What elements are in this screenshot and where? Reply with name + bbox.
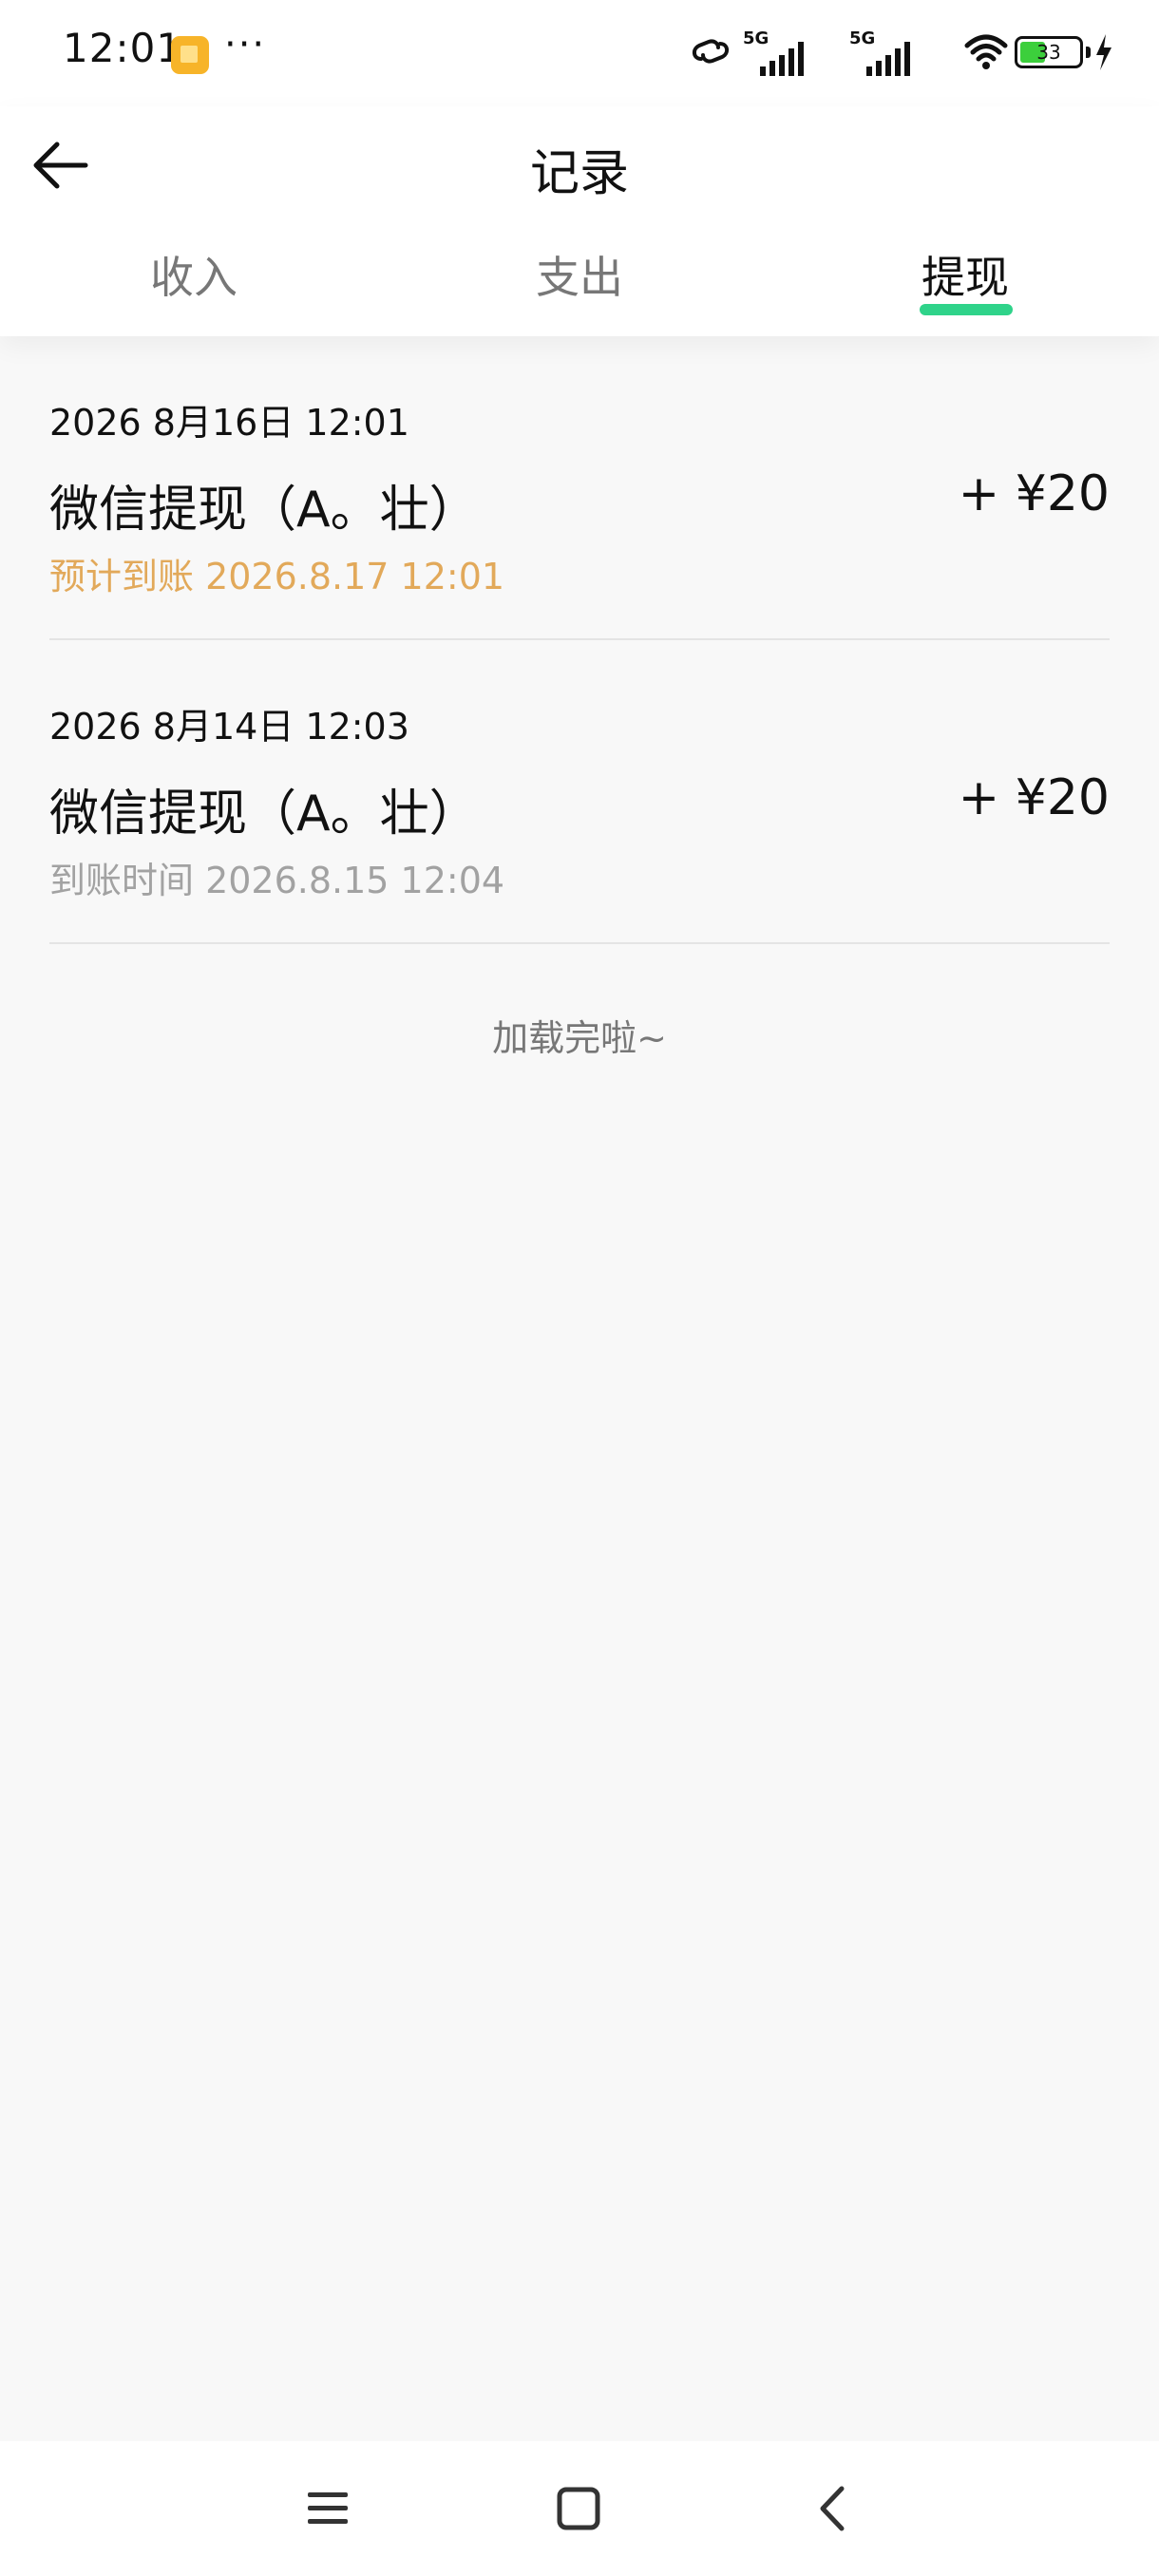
charging-icon xyxy=(1096,34,1112,70)
status-icons: 5G 5G 33 xyxy=(688,28,1112,76)
notification-app-icon xyxy=(171,36,209,74)
record-amount: + ¥20 xyxy=(958,465,1110,522)
active-tab-indicator xyxy=(920,304,1013,315)
load-complete-text: 加载完啦~ xyxy=(492,1017,667,1059)
record-title: 微信提现（A。壮） xyxy=(49,786,479,843)
list-item[interactable]: 2026 8月14日 12:03 微信提现（A。壮） + ¥20 到账时间 20… xyxy=(49,640,1110,944)
link-icon xyxy=(693,39,729,64)
record-date: 2026 8月14日 12:03 xyxy=(49,706,409,748)
battery-level: 33 xyxy=(1036,41,1061,64)
record-arrival-time: 到账时间 2026.8.15 12:04 xyxy=(49,860,505,901)
status-time: 12:01 xyxy=(63,25,183,71)
nav-back-icon xyxy=(820,2486,845,2531)
menu-icon xyxy=(308,2492,348,2524)
tab-expense[interactable]: 支出 xyxy=(466,230,694,325)
battery-icon: 33 xyxy=(1015,36,1083,68)
record-amount: + ¥20 xyxy=(958,769,1110,826)
status-bar: 12:01 ··· 5G 5G 33 xyxy=(0,0,1159,106)
more-notifications-icon: ··· xyxy=(224,23,267,66)
menu-button[interactable] xyxy=(294,2475,361,2542)
list-item[interactable]: 2026 8月16日 12:01 微信提现（A。壮） + ¥20 预计到账 20… xyxy=(49,336,1110,640)
page-title: 记录 xyxy=(529,145,629,202)
nav-back-button[interactable] xyxy=(800,2475,866,2542)
record-arrival-estimate: 预计到账 2026.8.17 12:01 xyxy=(49,556,505,597)
tab-bar: 收入 支出 提现 xyxy=(0,230,1159,336)
system-nav-bar xyxy=(0,2441,1159,2576)
record-date: 2026 8月16日 12:01 xyxy=(49,402,409,444)
home-icon xyxy=(557,2487,600,2530)
tab-income[interactable]: 收入 xyxy=(80,230,308,325)
record-title: 微信提现（A。壮） xyxy=(49,482,479,539)
page-header: 记录 收入 支出 提现 xyxy=(0,106,1159,336)
wifi-icon xyxy=(964,34,1008,69)
home-button[interactable] xyxy=(545,2475,612,2542)
